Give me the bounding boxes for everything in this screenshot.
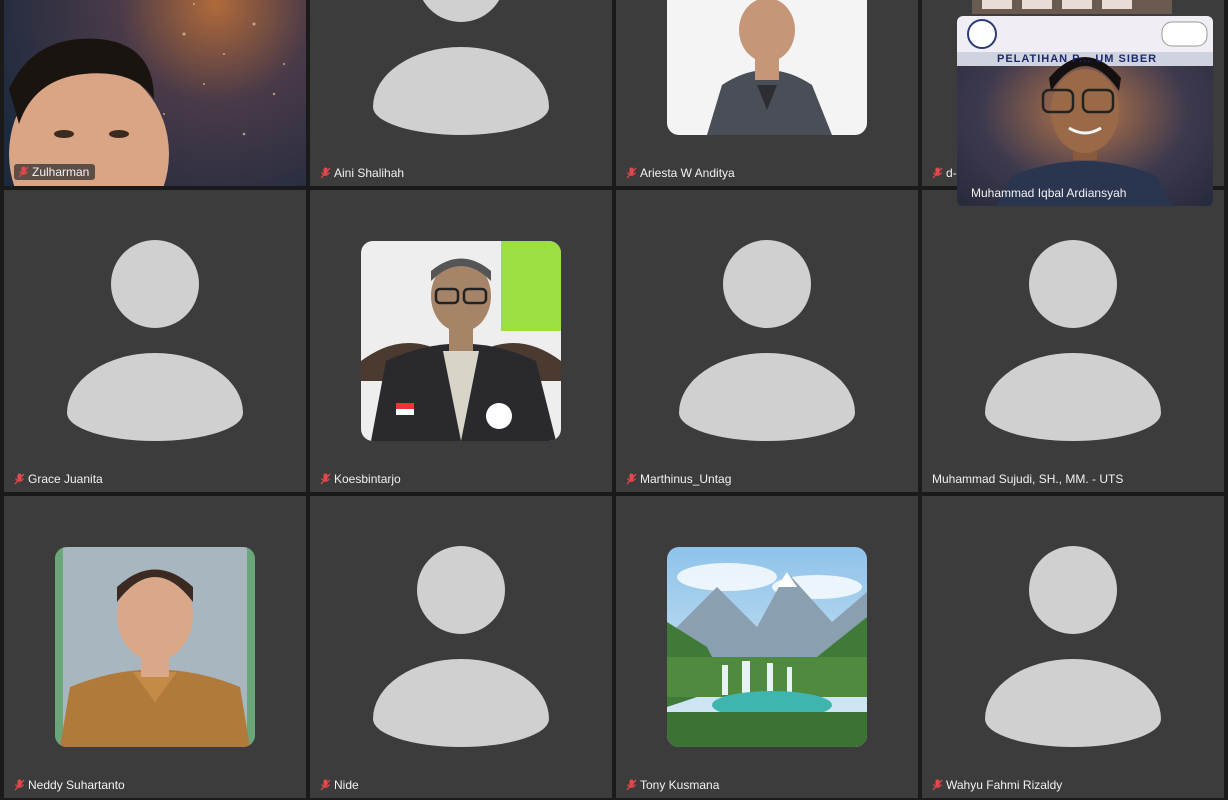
avatar-head bbox=[1029, 546, 1117, 634]
participant-name-label: Wahyu Fahmi Rizaldy bbox=[932, 778, 1062, 792]
mic-muted-icon bbox=[932, 167, 943, 179]
participant-tile-neddy[interactable]: Neddy Suhartanto bbox=[4, 496, 306, 798]
participant-name-label: Koesbintarjo bbox=[320, 472, 401, 486]
participant-name-label: Neddy Suhartanto bbox=[14, 778, 125, 792]
mic-muted-icon bbox=[932, 779, 943, 791]
mic-muted-icon bbox=[320, 167, 331, 179]
banner-text: PELATIHAN P... UM SIBER bbox=[997, 53, 1158, 65]
participant-name: Koesbintarjo bbox=[334, 472, 401, 486]
participant-name-label: d- bbox=[932, 166, 957, 180]
participant-name: Zulharman bbox=[32, 165, 90, 179]
participant-name: Nide bbox=[334, 778, 359, 792]
mic-muted-icon bbox=[626, 779, 637, 791]
mic-muted-icon bbox=[320, 779, 331, 791]
avatar-body bbox=[373, 47, 549, 135]
avatar-head bbox=[723, 240, 811, 328]
avatar-body bbox=[67, 353, 243, 441]
participant-tile-wahyu[interactable]: Wahyu Fahmi Rizaldy bbox=[922, 496, 1224, 798]
participant-tile-koesbintarjo[interactable]: Koesbintarjo bbox=[310, 190, 612, 492]
participant-name: Grace Juanita bbox=[28, 472, 103, 486]
avatar-head bbox=[111, 240, 199, 328]
self-view-name-label: Muhammad Iqbal Ardiansyah bbox=[961, 186, 1126, 200]
mic-muted-icon bbox=[14, 473, 25, 485]
participant-name-label: Nide bbox=[320, 778, 359, 792]
participant-name-label: Muhammad Sujudi, SH., MM. - UTS bbox=[932, 472, 1123, 486]
participant-tile-muhammad-sujudi[interactable]: Muhammad Sujudi, SH., MM. - UTS bbox=[922, 190, 1224, 492]
participant-tile-tony-kusmana[interactable]: Tony Kusmana bbox=[616, 496, 918, 798]
participant-name-label: Tony Kusmana bbox=[626, 778, 719, 792]
participant-name-label: Aini Shalihah bbox=[320, 166, 404, 180]
participant-tile-zulharman[interactable]: Zulharman bbox=[4, 0, 306, 186]
mic-muted-icon bbox=[14, 779, 25, 791]
participant-name-label: Ariesta W Anditya bbox=[626, 166, 735, 180]
participant-name: Marthinus_Untag bbox=[640, 472, 732, 486]
participant-name: Wahyu Fahmi Rizaldy bbox=[946, 778, 1063, 792]
self-video bbox=[957, 16, 1213, 206]
participant-name: Ariesta W Anditya bbox=[640, 166, 735, 180]
participant-tile-ariesta[interactable]: Ariesta W Anditya bbox=[616, 0, 918, 186]
avatar-body bbox=[373, 659, 549, 747]
self-view-name: Muhammad Iqbal Ardiansyah bbox=[971, 186, 1127, 200]
participant-name: Muhammad Sujudi, SH., MM. - UTS bbox=[932, 472, 1124, 486]
participant-name: Neddy Suhartanto bbox=[28, 778, 125, 792]
mic-muted-icon bbox=[626, 167, 637, 179]
participant-tile-aini-shalihah[interactable]: Aini Shalihah bbox=[310, 0, 612, 186]
mic-muted-icon bbox=[626, 473, 637, 485]
profile-photo bbox=[361, 241, 561, 441]
avatar-body bbox=[985, 353, 1161, 441]
profile-photo bbox=[667, 0, 867, 135]
participant-tile-marthinus[interactable]: Marthinus_Untag bbox=[616, 190, 918, 492]
profile-photo bbox=[55, 547, 255, 747]
participant-name-label: Marthinus_Untag bbox=[626, 472, 731, 486]
participant-tile-nide[interactable]: Nide bbox=[310, 496, 612, 798]
participant-name: Aini Shalihah bbox=[334, 166, 405, 180]
avatar-body bbox=[985, 659, 1161, 747]
avatar-body bbox=[679, 353, 855, 441]
participant-video bbox=[4, 0, 306, 186]
floating-self-view[interactable]: PELATIHAN P... UM SIBER Muhammad Iqbal A… bbox=[957, 16, 1213, 206]
avatar-head bbox=[417, 546, 505, 634]
avatar-head bbox=[417, 0, 505, 22]
participant-name-label: Grace Juanita bbox=[14, 472, 103, 486]
participant-name: Tony Kusmana bbox=[640, 778, 720, 792]
participant-tile-grace-juanita[interactable]: Grace Juanita bbox=[4, 190, 306, 492]
profile-photo bbox=[667, 547, 867, 747]
avatar-head bbox=[1029, 240, 1117, 328]
mic-muted-icon bbox=[320, 473, 331, 485]
mic-muted-icon bbox=[18, 166, 29, 178]
participant-name-label: Zulharman bbox=[14, 164, 96, 180]
participant-name: d- bbox=[946, 166, 957, 180]
